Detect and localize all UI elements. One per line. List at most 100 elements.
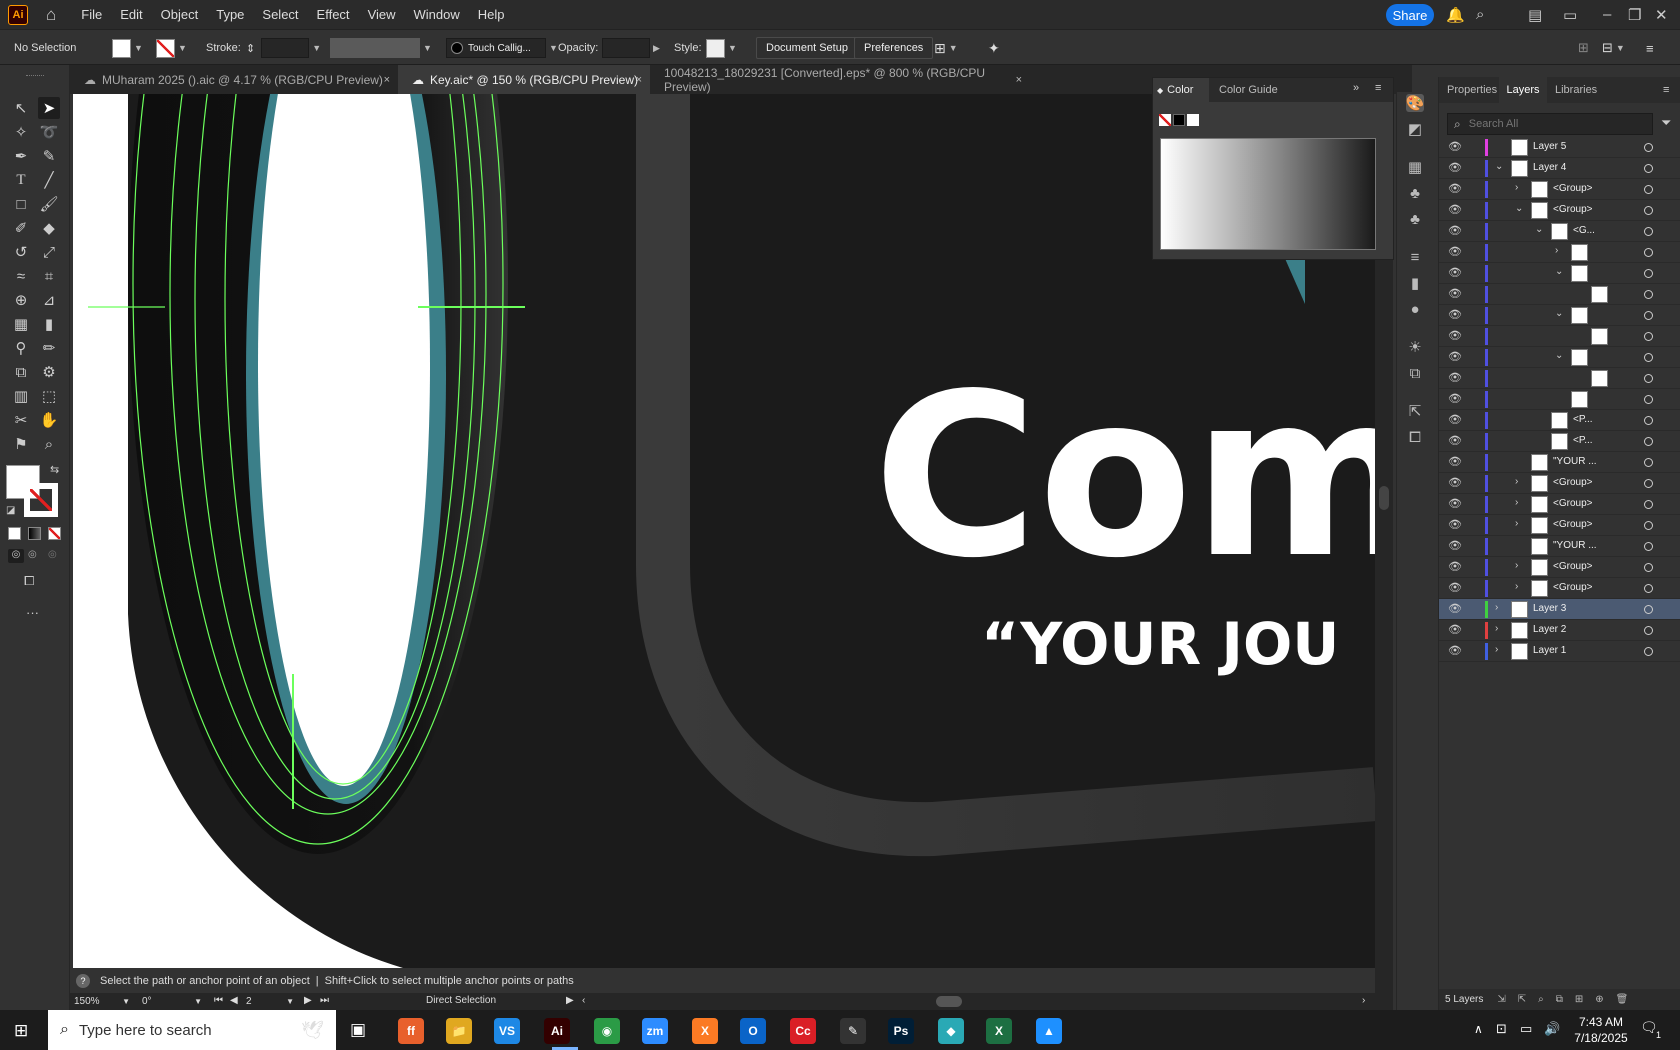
layer-row[interactable]: 👁 ⌄ Layer 4 — [1439, 158, 1680, 179]
taskbar-app-icon[interactable]: 📁 — [446, 1018, 472, 1044]
stroke-swatch[interactable]: ▼ — [156, 30, 187, 66]
export-icon[interactable]: ⇱ — [1406, 402, 1424, 420]
swatches-icon[interactable]: ▦ — [1406, 158, 1424, 176]
chevron-right-icon[interactable]: › — [1495, 644, 1498, 655]
slice-tool-icon[interactable]: ✂ — [10, 409, 32, 431]
eye-icon[interactable]: 👁 — [1448, 392, 1462, 405]
panel-grip[interactable] — [26, 75, 44, 77]
symbols-icon[interactable]: ♣ — [1406, 210, 1424, 228]
type-tool-icon[interactable]: T — [10, 169, 32, 191]
arrange-icon[interactable]: ▤ — [1528, 6, 1542, 24]
close-icon[interactable]: × — [1016, 74, 1022, 86]
eye-icon[interactable]: 👁 — [1448, 224, 1462, 237]
chevron-right-icon[interactable]: › — [1515, 518, 1518, 529]
target-icon[interactable] — [1644, 500, 1653, 509]
menu-effect[interactable]: Effect — [308, 7, 359, 22]
layer-row[interactable]: 👁 › <Group> — [1439, 179, 1680, 200]
eye-icon[interactable]: 👁 — [1448, 161, 1462, 174]
eye-icon[interactable]: 👁 — [1448, 203, 1462, 216]
last-artboard-icon[interactable]: ⏭ — [320, 995, 329, 1006]
target-icon[interactable] — [1644, 395, 1653, 404]
target-icon[interactable] — [1644, 605, 1653, 614]
eye-icon[interactable]: 👁 — [1448, 350, 1462, 363]
layer-row[interactable]: 👁 › <Group> — [1439, 473, 1680, 494]
swap-icon[interactable]: ⇆ — [50, 463, 59, 476]
home-icon[interactable]: ⌂ — [46, 5, 56, 25]
taskbar-app-icon[interactable]: ▲ — [1036, 1018, 1062, 1044]
chevron-left-icon[interactable]: ‹ — [582, 995, 585, 1006]
eye-icon[interactable]: 👁 — [1448, 497, 1462, 510]
opacity-field[interactable]: ▶ — [602, 30, 660, 66]
layers-search[interactable]: ⌕ — [1447, 113, 1653, 135]
chevron-right-icon[interactable]: › — [1515, 497, 1518, 508]
menu-help[interactable]: Help — [469, 7, 514, 22]
black-swatch[interactable] — [1173, 114, 1185, 126]
target-icon[interactable] — [1644, 143, 1653, 152]
hand-tool-icon[interactable]: ✋ — [38, 409, 60, 431]
eye-icon[interactable]: 👁 — [1448, 455, 1462, 468]
eye-icon[interactable]: 👁 — [1448, 371, 1462, 384]
chevron-down-icon[interactable]: ⌄ — [1555, 266, 1563, 277]
menu-type[interactable]: Type — [207, 7, 253, 22]
arrange-documents-icon[interactable]: ⊞ ▼ — [934, 30, 958, 66]
eye-icon[interactable]: 👁 — [1448, 560, 1462, 573]
target-icon[interactable] — [1644, 458, 1653, 467]
taskbar-app-icon[interactable]: ◉ — [594, 1018, 620, 1044]
layer-row[interactable]: 👁 — [1439, 389, 1680, 410]
target-icon[interactable] — [1644, 542, 1653, 551]
export-icon[interactable]: ⇱ — [1518, 994, 1526, 1005]
layer-row[interactable]: 👁 — [1439, 284, 1680, 305]
menu-window[interactable]: Window — [405, 7, 469, 22]
pen-tool-icon[interactable]: ✒ — [10, 145, 32, 167]
eyedropper-icon[interactable]: ⚲ — [10, 337, 32, 359]
blend-tool-icon[interactable]: ⧉ — [10, 361, 32, 383]
network-icon[interactable]: ⊡ — [1496, 1021, 1507, 1037]
taskbar-app-icon[interactable]: Ps — [888, 1018, 914, 1044]
color-spectrum[interactable] — [1160, 138, 1376, 250]
brush-definition[interactable]: Touch Callig... ▼ — [446, 30, 558, 66]
target-icon[interactable] — [1644, 563, 1653, 572]
layer-row[interactable]: 👁 › Layer 3 — [1439, 599, 1680, 620]
layer-row[interactable]: 👁 ⌄ <Group> — [1439, 200, 1680, 221]
tab-muharam[interactable]: ☁ MUharam 2025 ().aic @ 4.17 % (RGB/CPU … — [70, 65, 398, 94]
paintbrush-icon[interactable]: 🖌 — [38, 193, 60, 215]
layer-row[interactable]: 👁 — [1439, 326, 1680, 347]
layer-row[interactable]: 👁 ⌄ — [1439, 263, 1680, 284]
target-icon[interactable] — [1644, 374, 1653, 383]
menu-view[interactable]: View — [359, 7, 405, 22]
taskbar-app-icon[interactable]: X — [692, 1018, 718, 1044]
align-icon[interactable]: ⊞ — [1578, 30, 1589, 66]
appearance-icon[interactable]: ☀ — [1406, 338, 1424, 356]
taskbar-app-icon[interactable]: ff — [398, 1018, 424, 1044]
locate-object-icon[interactable]: ⌕ — [1538, 994, 1544, 1005]
chevron-right-icon[interactable]: › — [1515, 182, 1518, 193]
eye-icon[interactable]: 👁 — [1448, 245, 1462, 258]
bell-icon[interactable]: 🔔 — [1446, 6, 1465, 24]
gradient-tool-icon[interactable]: ▮ — [38, 313, 60, 335]
close-icon[interactable]: ✕ — [1655, 6, 1668, 24]
tab-converted-eps[interactable]: 10048213_18029231 [Converted].eps* @ 800… — [650, 65, 1030, 94]
eye-icon[interactable]: 👁 — [1448, 581, 1462, 594]
none-swatch[interactable] — [1159, 114, 1171, 126]
color-panel-icon[interactable]: 🎨 — [1406, 94, 1424, 112]
color-mode-icon[interactable] — [8, 527, 21, 540]
draw-behind-icon[interactable]: ◎ — [28, 549, 37, 560]
menu-object[interactable]: Object — [152, 7, 208, 22]
tab-color-guide[interactable]: Color Guide — [1211, 78, 1278, 102]
layer-row[interactable]: 👁 › Layer 1 — [1439, 641, 1680, 662]
layer-row[interactable]: 👁 › Layer 2 — [1439, 620, 1680, 641]
panel-menu-icon[interactable]: ≡ — [1663, 77, 1669, 103]
gradient-icon[interactable]: ▮ — [1406, 274, 1424, 292]
layer-row[interactable]: 👁 ⌄ <G... — [1439, 221, 1680, 242]
chevron-right-icon[interactable]: › — [1495, 602, 1498, 613]
chevron-right-icon[interactable]: ▶ — [566, 995, 574, 1006]
target-icon[interactable] — [1644, 248, 1653, 257]
horizontal-scroll-thumb[interactable] — [936, 996, 962, 1007]
tab-key[interactable]: ☁ Key.aic* @ 150 % (RGB/CPU Preview) × — [398, 65, 650, 94]
target-icon[interactable] — [1644, 353, 1653, 362]
lasso-icon[interactable]: ➰ — [38, 121, 60, 143]
stroke-icon[interactable]: ≡ — [1406, 248, 1424, 266]
taskbar-app-icon[interactable]: zm — [642, 1018, 668, 1044]
layer-row[interactable]: 👁 "YOUR ... — [1439, 452, 1680, 473]
collect-export-icon[interactable]: ⇲ — [1497, 994, 1505, 1005]
